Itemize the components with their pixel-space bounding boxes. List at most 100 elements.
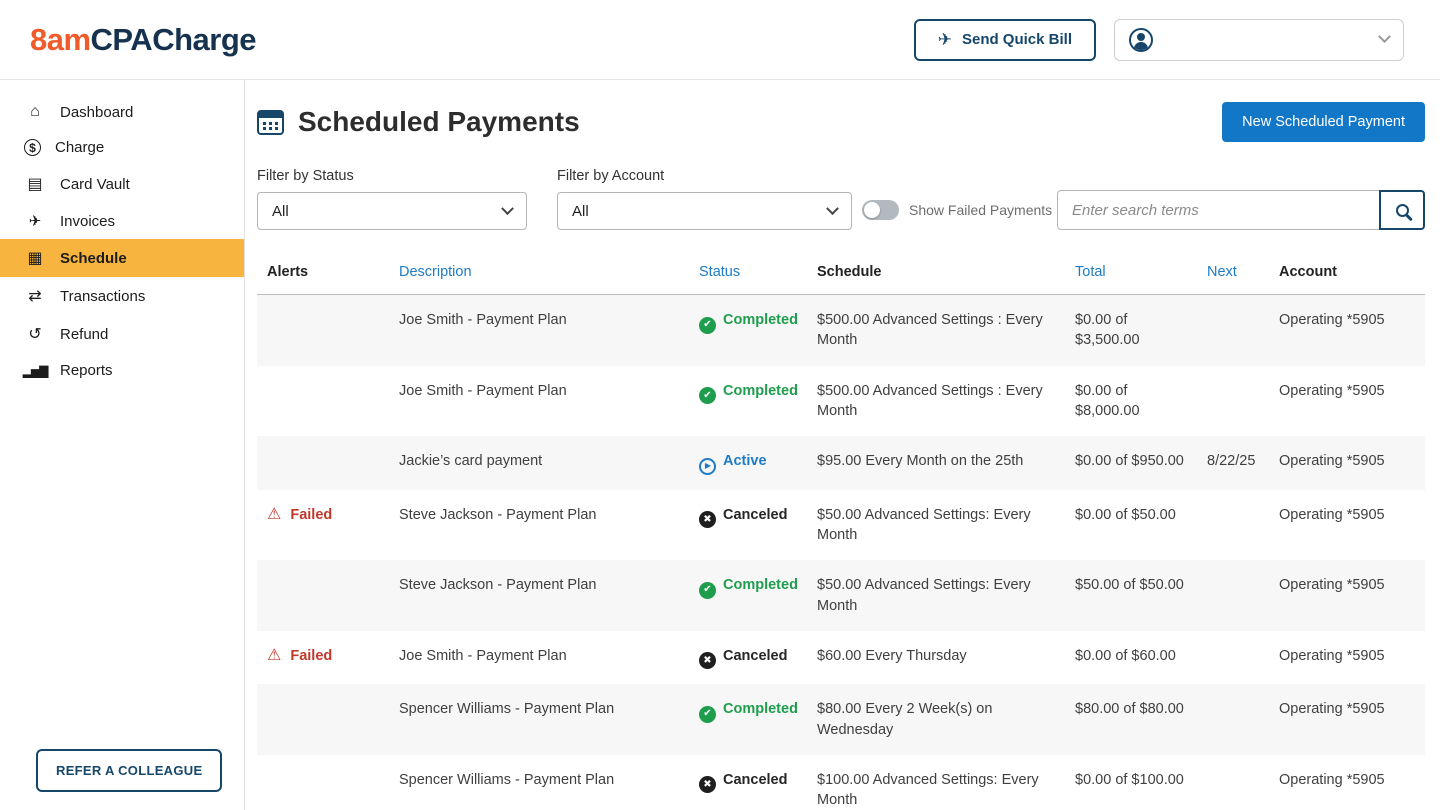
account-cell: Operating *5905	[1269, 436, 1425, 490]
table-body: Joe Smith - Payment Plan ✔Completed $500…	[257, 295, 1425, 810]
sidebar-item-card-vault[interactable]: ▤ Card Vault	[0, 165, 244, 203]
total-cell: $80.00 of $80.00	[1065, 684, 1197, 755]
status-icon: ▶	[699, 458, 716, 475]
table-row[interactable]: Spencer Williams - Payment Plan ✔Complet…	[257, 684, 1425, 755]
account-cell: Operating *5905	[1269, 684, 1425, 755]
status-icon: ✖	[699, 652, 716, 669]
chevron-down-icon	[826, 202, 839, 215]
status-filter-select[interactable]: All	[257, 192, 527, 230]
status-label: Active	[723, 453, 767, 469]
send-quick-bill-button[interactable]: ✈ Send Quick Bill	[914, 19, 1096, 61]
table-row[interactable]: Jackie’s card payment ▶Active $95.00 Eve…	[257, 436, 1425, 490]
total-cell: $0.00 of $950.00	[1065, 436, 1197, 490]
sidebar-item-label: Refund	[60, 326, 108, 343]
sidebar-item-label: Charge	[55, 139, 104, 156]
chevron-down-icon	[1378, 30, 1391, 43]
schedule-cell: $50.00 Advanced Settings: Every Month	[807, 560, 1065, 631]
schedule-cell: $50.00 Advanced Settings: Every Month	[807, 490, 1065, 561]
next-cell	[1197, 560, 1269, 631]
show-failed-toggle[interactable]	[862, 200, 899, 220]
filter-bar: Filter by Status All Filter by Account A…	[257, 168, 1425, 230]
schedule-cell: $500.00 Advanced Settings : Every Month	[807, 366, 1065, 437]
sidebar-item-label: Transactions	[60, 288, 145, 305]
total-cell: $0.00 of $3,500.00	[1065, 295, 1197, 366]
status-label: Canceled	[723, 507, 787, 523]
charge-icon: $	[24, 139, 41, 156]
status-label: Completed	[723, 701, 798, 717]
user-avatar-icon	[1129, 28, 1153, 52]
schedule-icon: ▦	[24, 248, 46, 268]
status-filter-group: Filter by Status All	[257, 168, 527, 230]
table-row[interactable]: Spencer Williams - Payment Plan ✖Cancele…	[257, 755, 1425, 810]
refer-a-colleague-button[interactable]: REFER A COLLEAGUE	[36, 749, 222, 792]
column-header-next[interactable]: Next	[1197, 256, 1269, 295]
alert-label: Failed	[290, 646, 332, 666]
calendar-icon	[257, 110, 284, 135]
table-row[interactable]: ⚠ Failed Joe Smith - Payment Plan ✖Cance…	[257, 631, 1425, 685]
column-header-alerts: Alerts	[257, 256, 389, 295]
refund-icon: ↺	[24, 324, 46, 344]
description-cell: Joe Smith - Payment Plan	[389, 295, 689, 366]
table-row[interactable]: ⚠ Failed Steve Jackson - Payment Plan ✖C…	[257, 490, 1425, 561]
sidebar-item-schedule[interactable]: ▦ Schedule	[0, 239, 244, 277]
failed-alert-icon: ⚠	[267, 648, 281, 664]
sidebar-item-label: Dashboard	[60, 104, 133, 121]
account-cell: Operating *5905	[1269, 490, 1425, 561]
page-title: Scheduled Payments	[298, 106, 580, 138]
show-failed-group: Show Failed Payments	[862, 200, 1052, 220]
description-cell: Jackie’s card payment	[389, 436, 689, 490]
column-header-status[interactable]: Status	[689, 256, 807, 295]
column-header-total[interactable]: Total	[1065, 256, 1197, 295]
search-button[interactable]	[1379, 190, 1425, 230]
column-header-description[interactable]: Description	[389, 256, 689, 295]
new-scheduled-payment-button[interactable]: New Scheduled Payment	[1222, 102, 1425, 142]
total-cell: $0.00 of $60.00	[1065, 631, 1197, 685]
app-logo: 8amCPACharge	[30, 22, 256, 58]
alert-cell	[257, 684, 389, 755]
account-menu[interactable]	[1114, 19, 1404, 61]
sidebar-item-dashboard[interactable]: ⌂ Dashboard	[0, 94, 244, 130]
title-left: Scheduled Payments	[257, 106, 580, 138]
status-filter-value: All	[272, 203, 289, 220]
next-cell	[1197, 755, 1269, 810]
table-row[interactable]: Joe Smith - Payment Plan ✔Completed $500…	[257, 366, 1425, 437]
sidebar-item-reports[interactable]: ▂▅▇ Reports	[0, 353, 244, 388]
sidebar-item-refund[interactable]: ↺ Refund	[0, 315, 244, 353]
sidebar-nav: ⌂ Dashboard $ Charge ▤ Card Vault ✈ Invo…	[0, 94, 244, 388]
reports-icon: ▂▅▇	[24, 364, 46, 378]
show-failed-label: Show Failed Payments	[909, 202, 1052, 218]
description-cell: Spencer Williams - Payment Plan	[389, 684, 689, 755]
logo-8am: 8am	[30, 22, 91, 57]
sidebar-item-invoices[interactable]: ✈ Invoices	[0, 203, 244, 239]
status-cell: ▶ Active	[689, 436, 807, 490]
next-cell	[1197, 631, 1269, 685]
status-cell: ✔Completed	[689, 295, 807, 366]
send-quick-bill-label: Send Quick Bill	[962, 31, 1072, 48]
next-cell	[1197, 366, 1269, 437]
account-filter-select[interactable]: All	[557, 192, 852, 230]
sidebar: ⌂ Dashboard $ Charge ▤ Card Vault ✈ Invo…	[0, 80, 245, 810]
total-cell: $0.00 of $100.00	[1065, 755, 1197, 810]
sidebar-item-label: Card Vault	[60, 176, 130, 193]
column-header-schedule: Schedule	[807, 256, 1065, 295]
chevron-down-icon	[501, 202, 514, 215]
alert-label: Failed	[290, 505, 332, 525]
column-header-account: Account	[1269, 256, 1425, 295]
schedule-cell: $60.00 Every Thursday	[807, 631, 1065, 685]
status-cell: ✔Completed	[689, 560, 807, 631]
search-input[interactable]	[1057, 190, 1379, 230]
description-cell: Spencer Williams - Payment Plan	[389, 755, 689, 810]
next-cell: 8/22/25	[1197, 436, 1269, 490]
sidebar-item-transactions[interactable]: ⇄ Transactions	[0, 277, 244, 315]
top-bar: 8amCPACharge ✈ Send Quick Bill	[0, 0, 1440, 80]
status-label: Completed	[723, 577, 798, 593]
description-cell: Joe Smith - Payment Plan	[389, 631, 689, 685]
sidebar-item-label: Schedule	[60, 250, 127, 267]
main-content: Scheduled Payments New Scheduled Payment…	[245, 80, 1440, 810]
table-row[interactable]: Steve Jackson - Payment Plan ✔Completed …	[257, 560, 1425, 631]
sidebar-item-charge[interactable]: $ Charge	[0, 130, 244, 165]
next-cell	[1197, 295, 1269, 366]
table-row[interactable]: Joe Smith - Payment Plan ✔Completed $500…	[257, 295, 1425, 366]
schedule-cell: $80.00 Every 2 Week(s) on Wednesday	[807, 684, 1065, 755]
status-cell: ✖Canceled	[689, 490, 807, 561]
